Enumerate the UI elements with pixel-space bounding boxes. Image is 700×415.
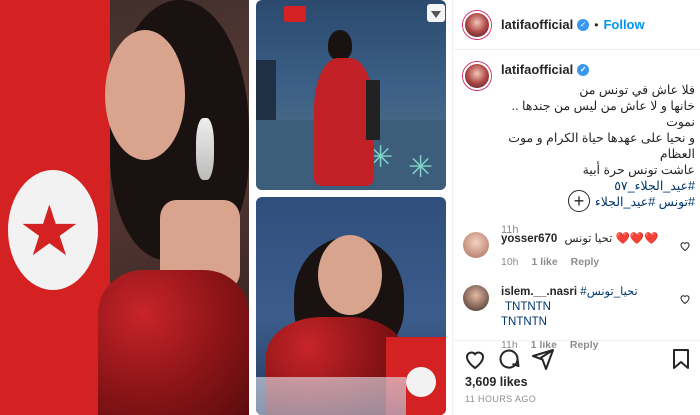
heart-icon[interactable]: [679, 240, 691, 252]
instagram-post-view: ★ ✳ ✳ latifaofficial ✓ • Follow latifaof…: [0, 0, 700, 415]
red-lace-dress: [98, 270, 249, 415]
avatar[interactable]: [463, 62, 491, 90]
face-shape: [105, 30, 185, 160]
flag-white-circle: [406, 367, 436, 397]
post-actions: 3,609 likes 11 HOURS AGO: [453, 340, 700, 415]
comment-icon[interactable]: [497, 347, 521, 371]
action-buttons: [463, 347, 555, 371]
avatar[interactable]: [463, 232, 489, 258]
post-media[interactable]: ★ ✳ ✳: [0, 0, 452, 415]
post-side-panel: latifaofficial ✓ • Follow latifaofficial…: [452, 0, 700, 415]
singer-face: [318, 235, 382, 315]
heart-icon[interactable]: [679, 293, 691, 305]
comment-time: 10h: [501, 256, 519, 268]
bookmark-icon[interactable]: [669, 347, 693, 371]
comment-username[interactable]: islem.__.nasri: [501, 286, 577, 298]
comment-emoji: ❤️❤️❤️: [615, 233, 659, 245]
avatar[interactable]: [463, 285, 489, 311]
hashtag-link[interactable]: #تونس #عيد_الجلاء: [501, 194, 695, 210]
photo-singing: [256, 197, 446, 415]
reply-button[interactable]: Reply: [571, 256, 600, 268]
comment-meta: 10h 1 like Reply: [501, 255, 671, 270]
heart-icon[interactable]: [463, 347, 487, 371]
likes-count[interactable]: 3,609 likes: [465, 375, 528, 389]
stage-equipment: [256, 60, 276, 120]
comment-likes-link[interactable]: 1 like: [531, 256, 557, 268]
stage-equipment: [366, 80, 380, 140]
download-icon[interactable]: [427, 4, 445, 22]
verified-badge-icon: ✓: [577, 64, 590, 76]
earring-shape: [196, 118, 214, 180]
comment-username[interactable]: yosser670: [501, 233, 557, 245]
caption-text: فلا عاش في تونس من خانها و لا عاش من ليس…: [501, 82, 695, 210]
avatar[interactable]: [463, 10, 491, 39]
caption-username[interactable]: latifaofficial: [501, 62, 573, 78]
caption-line-with-tag: عاشت تونس حرة أبية #عيد_الجلاء_٥٧: [501, 162, 695, 194]
follow-button[interactable]: Follow: [603, 17, 644, 32]
photo-stage-flag: ✳ ✳: [256, 0, 446, 190]
separator-dot: •: [594, 17, 599, 32]
snowflake-decoration-icon: ✳: [408, 151, 434, 184]
share-icon[interactable]: [531, 347, 555, 371]
post-time-ago[interactable]: 11 HOURS AGO: [465, 394, 536, 404]
singer-hair: [328, 30, 352, 60]
comment-text-continued[interactable]: TNTNTN: [501, 315, 671, 330]
post-header: latifaofficial ✓ • Follow: [453, 0, 700, 50]
caption-line: خانها و لا عاش من ليس من جندها .. نموت: [511, 99, 695, 129]
header-username[interactable]: latifaofficial: [501, 17, 573, 32]
comment-text: تحيا تونس: [564, 233, 613, 245]
hashtag-link[interactable]: #عيد_الجلاء_٥٧: [614, 179, 695, 193]
photo-flag-kiss: ★: [0, 0, 249, 415]
caption-line: و نحيا على عهدها حياة الكرام و موت: [508, 131, 695, 145]
singer-red-gown: [314, 58, 374, 186]
glass-podium: [256, 377, 406, 415]
caption-line: فلا عاش في تونس من: [579, 83, 695, 97]
waving-flag: [284, 6, 306, 22]
caption-user-row: latifaofficial ✓: [501, 62, 695, 78]
caption-line: العظام: [659, 147, 695, 161]
plus-circle-icon[interactable]: +: [568, 190, 590, 212]
flag-star-icon: ★: [18, 192, 81, 270]
caption-line: عاشت تونس حرة أبية: [582, 163, 695, 177]
verified-badge-icon: ✓: [577, 18, 590, 31]
comment-item: yosser670 تحيا تونس ❤️❤️❤️ 10h 1 like Re…: [463, 232, 695, 270]
